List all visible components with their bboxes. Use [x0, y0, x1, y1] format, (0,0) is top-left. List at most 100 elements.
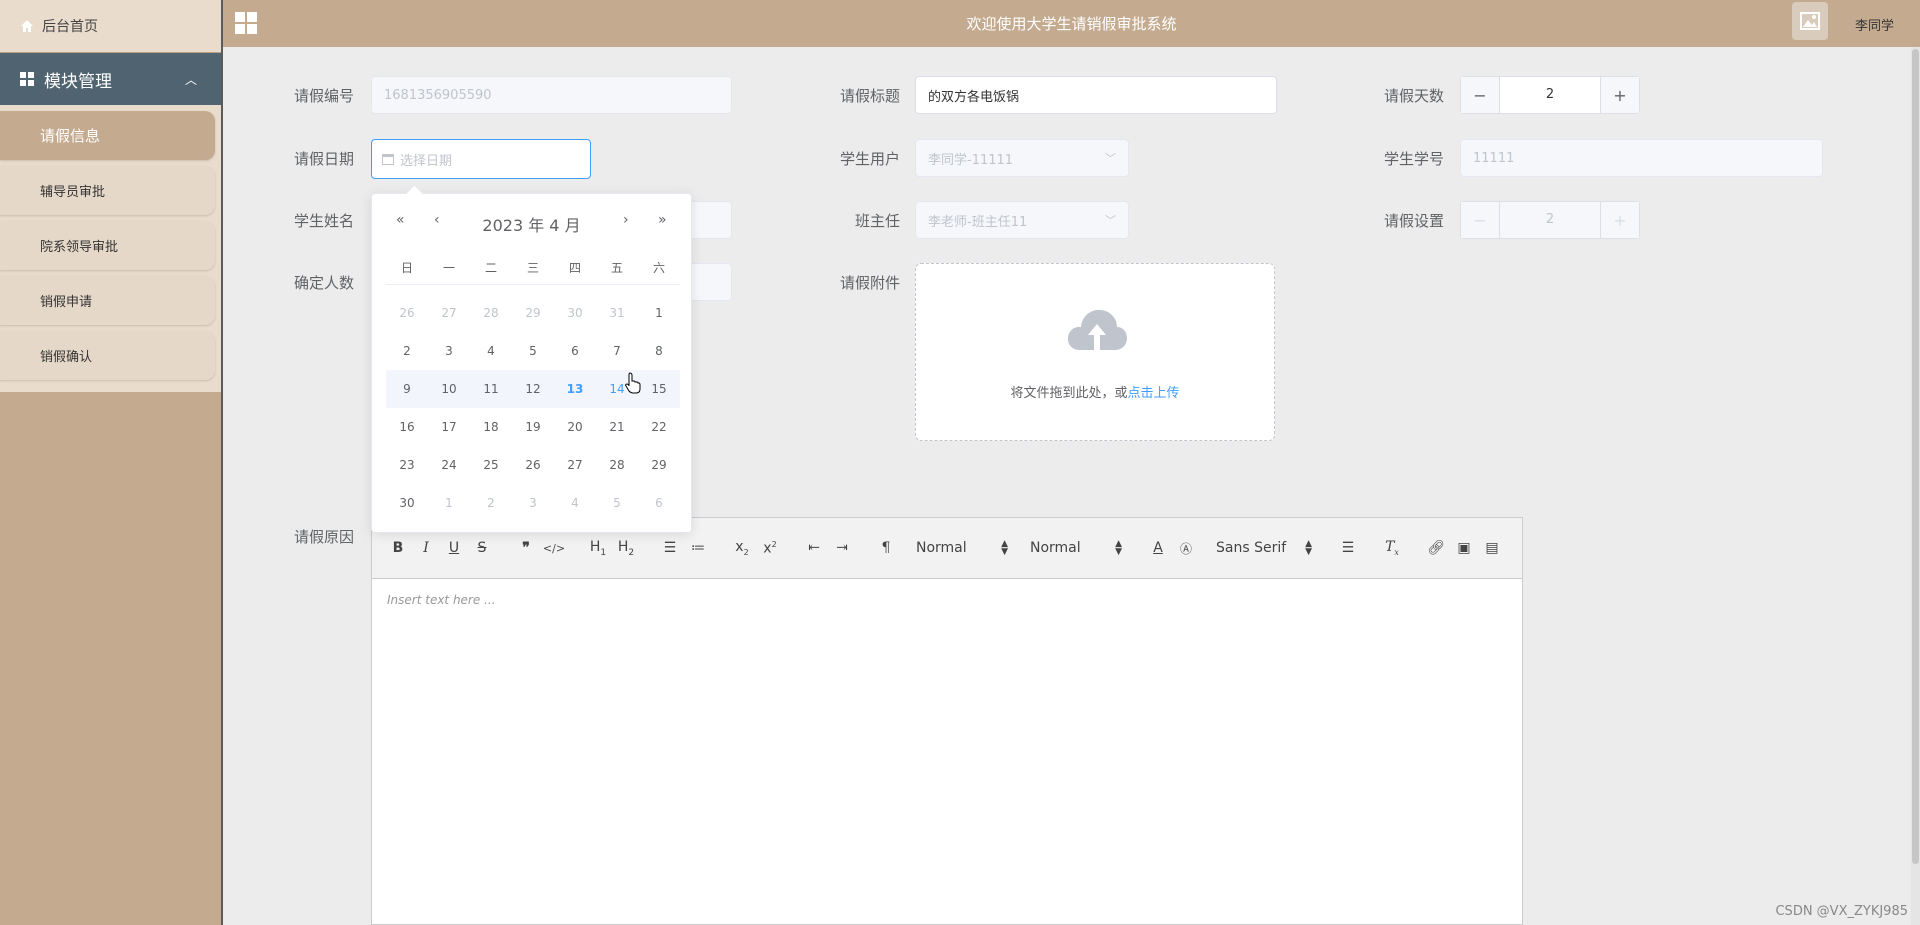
- calendar-day[interactable]: 19: [512, 412, 554, 442]
- calendar-day[interactable]: 16: [386, 412, 428, 442]
- weekday-label: 三: [526, 261, 539, 275]
- strike-icon[interactable]: S: [468, 540, 496, 556]
- code-block-icon[interactable]: </>: [540, 542, 568, 555]
- clear-format-icon[interactable]: Tx: [1378, 539, 1406, 557]
- calendar-day[interactable]: 8: [638, 336, 680, 366]
- bullet-list-icon[interactable]: ≔: [684, 540, 712, 556]
- calendar-day[interactable]: 9: [386, 374, 428, 404]
- calendar-day[interactable]: 25: [470, 450, 512, 480]
- calendar-day[interactable]: 29: [512, 298, 554, 328]
- calendar-day[interactable]: 4: [470, 336, 512, 366]
- sidebar-home-link[interactable]: 后台首页: [0, 0, 221, 52]
- calendar-day[interactable]: 11: [470, 374, 512, 404]
- header-picker[interactable]: Normal ▲ ▼: [1030, 540, 1122, 557]
- indent-icon[interactable]: ⇥: [828, 540, 856, 556]
- size-picker[interactable]: Normal ▲ ▼: [916, 539, 1008, 557]
- leave-days-label: 请假天数: [1384, 87, 1445, 105]
- calendar-day[interactable]: 21: [596, 412, 638, 442]
- ordered-list-icon[interactable]: ☰: [656, 540, 684, 556]
- decrease-button[interactable]: −: [1461, 77, 1500, 113]
- leave-title-field[interactable]: 的双方各电饭锅: [915, 76, 1277, 114]
- calendar-day[interactable]: 12: [512, 374, 554, 404]
- align-icon[interactable]: ☰: [1334, 540, 1362, 556]
- blockquote-icon[interactable]: ❞: [512, 540, 540, 556]
- calendar-day[interactable]: 31: [596, 298, 638, 328]
- image-icon[interactable]: ▣: [1450, 540, 1478, 556]
- calendar-day[interactable]: 24: [428, 450, 470, 480]
- calendar-day[interactable]: 5: [512, 336, 554, 366]
- calendar-day[interactable]: 2: [470, 488, 512, 518]
- avatar[interactable]: [1792, 2, 1828, 40]
- calendar-week-row: 26 27 28 29 30 31 1: [386, 294, 680, 332]
- video-icon[interactable]: ▤: [1478, 540, 1506, 556]
- leave-days-value[interactable]: 2: [1500, 77, 1600, 113]
- chevron-down-icon: ﹀: [1105, 214, 1116, 227]
- calendar-day[interactable]: 28: [470, 298, 512, 328]
- sidebar-item-leave-info[interactable]: 请假信息: [0, 111, 215, 160]
- calendar-day[interactable]: 4: [554, 488, 596, 518]
- calendar-day[interactable]: 23: [386, 450, 428, 480]
- bold-icon[interactable]: B: [384, 540, 412, 556]
- increase-button[interactable]: +: [1600, 77, 1639, 113]
- heading1-icon[interactable]: H1: [584, 539, 612, 558]
- sidebar-item-cancel-request[interactable]: 销假申请: [0, 276, 215, 325]
- calendar-day[interactable]: 10: [428, 374, 470, 404]
- background-color-icon[interactable]: Ⓐ: [1172, 540, 1200, 557]
- date-grid: 26 27 28 29 30 31 1 2 3 4 5 6 7 8 9 10 11 12 13 14 15 16 17 18 1…: [386, 294, 680, 522]
- sidebar-item-dept-approval[interactable]: 院系领导审批: [0, 221, 215, 270]
- page-scrollbar[interactable]: [1911, 47, 1920, 925]
- calendar-day[interactable]: 1: [428, 488, 470, 518]
- calendar-day[interactable]: 22: [638, 412, 680, 442]
- calendar-day[interactable]: 1: [638, 298, 680, 328]
- calendar-day[interactable]: 13: [554, 374, 596, 404]
- next-year-button[interactable]: »: [658, 212, 667, 228]
- calendar-day[interactable]: 5: [596, 488, 638, 518]
- calendar-day[interactable]: 6: [638, 488, 680, 518]
- calendar-day[interactable]: 3: [512, 488, 554, 518]
- calendar-day[interactable]: 6: [554, 336, 596, 366]
- user-name[interactable]: 李同学: [1855, 15, 1894, 34]
- updown-icon: ▲ ▼: [1001, 539, 1008, 557]
- superscript-icon[interactable]: x2: [756, 540, 784, 557]
- chevron-up-icon: ︿: [184, 72, 197, 87]
- upload-dropzone[interactable]: 将文件拖到此处，或点击上传: [915, 263, 1275, 441]
- calendar-day[interactable]: 2: [386, 336, 428, 366]
- subscript-icon[interactable]: x2: [728, 539, 756, 557]
- calendar-day[interactable]: 17: [428, 412, 470, 442]
- scrollbar-thumb[interactable]: [1912, 49, 1919, 864]
- year-month-label[interactable]: 2023 年 4 月: [372, 212, 691, 236]
- sidebar-item-counselor-approval[interactable]: 辅导员审批: [0, 166, 215, 215]
- text-direction-icon[interactable]: ¶: [872, 540, 900, 556]
- calendar-day[interactable]: 27: [554, 450, 596, 480]
- sidebar-home-label: 后台首页: [42, 19, 98, 35]
- sidebar-module-toggle[interactable]: 模块管理 ︿: [0, 52, 221, 105]
- heading2-icon[interactable]: H2: [612, 539, 640, 558]
- next-month-button[interactable]: ›: [623, 212, 629, 228]
- upload-link[interactable]: 点击上传: [1128, 386, 1180, 401]
- calendar-day[interactable]: 20: [554, 412, 596, 442]
- calendar-day[interactable]: 15: [638, 374, 680, 404]
- calendar-day[interactable]: 26: [512, 450, 554, 480]
- italic-icon[interactable]: I: [412, 540, 440, 556]
- student-id-label: 学生学号: [1384, 150, 1445, 168]
- calendar-day[interactable]: 7: [596, 336, 638, 366]
- calendar-day[interactable]: 27: [428, 298, 470, 328]
- calendar-day[interactable]: 29: [638, 450, 680, 480]
- calendar-day[interactable]: 3: [428, 336, 470, 366]
- leave-title-label: 请假标题: [840, 87, 901, 105]
- calendar-day[interactable]: 30: [386, 488, 428, 518]
- sidebar-item-cancel-confirm[interactable]: 销假确认: [0, 331, 215, 380]
- editor-placeholder[interactable]: Insert text here ...: [387, 593, 496, 607]
- leave-date-input[interactable]: 选择日期: [371, 139, 591, 179]
- calendar-day[interactable]: 26: [386, 298, 428, 328]
- font-color-icon[interactable]: A: [1144, 540, 1172, 556]
- calendar-day[interactable]: 28: [596, 450, 638, 480]
- font-picker[interactable]: Sans Serif ▲ ▼: [1216, 540, 1312, 557]
- underline-icon[interactable]: U: [440, 540, 468, 556]
- watermark: CSDN @VX_ZYKJ985: [1775, 904, 1908, 919]
- outdent-icon[interactable]: ⇤: [800, 540, 828, 556]
- head-teacher-label: 班主任: [855, 212, 901, 230]
- link-icon[interactable]: 🔗︎: [1422, 540, 1450, 556]
- calendar-day[interactable]: 30: [554, 298, 596, 328]
- calendar-day[interactable]: 18: [470, 412, 512, 442]
